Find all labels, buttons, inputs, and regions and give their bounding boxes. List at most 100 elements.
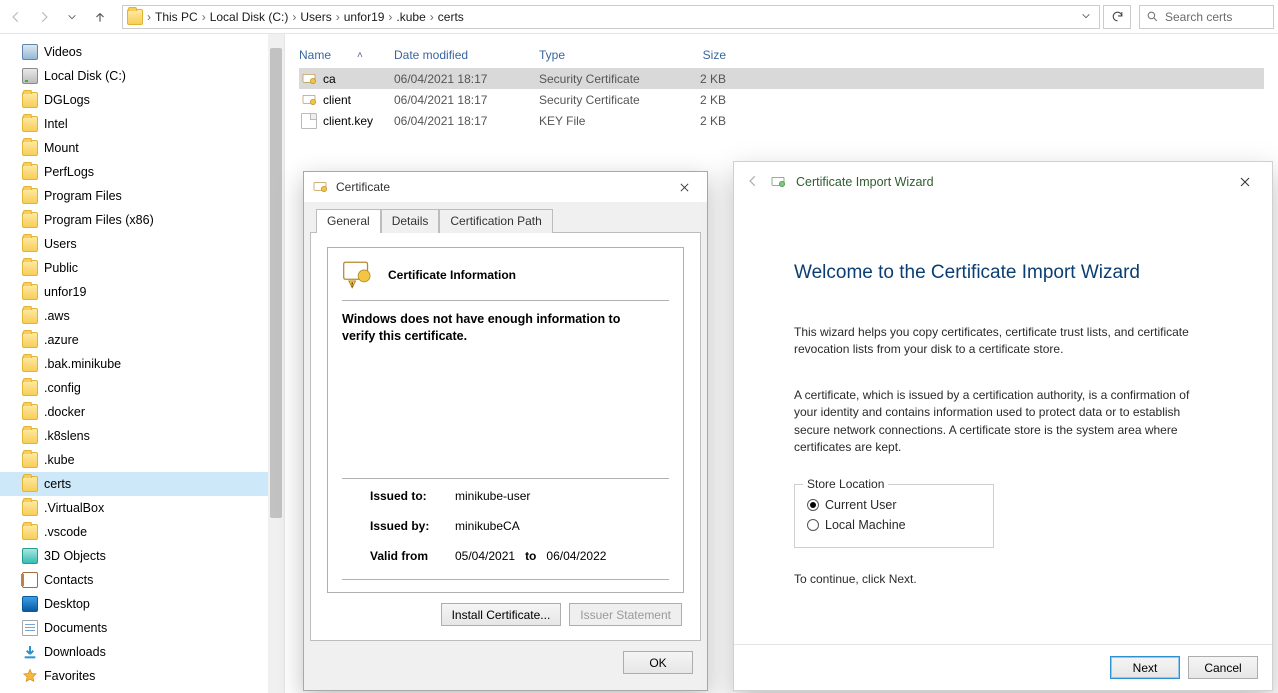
col-name[interactable]: Name˄	[299, 48, 394, 62]
tree-item[interactable]: Program Files (x86)	[0, 208, 284, 232]
issued-by-value: minikubeCA	[455, 519, 520, 533]
tree-item[interactable]: Downloads	[0, 640, 284, 664]
contacts-icon	[22, 572, 38, 588]
tree-item[interactable]: Users	[0, 232, 284, 256]
tree-item[interactable]: Desktop	[0, 592, 284, 616]
certificate-icon	[312, 179, 328, 195]
tree-item[interactable]: .vscode	[0, 520, 284, 544]
tree-item[interactable]: Contacts	[0, 568, 284, 592]
tree-item[interactable]: .config	[0, 376, 284, 400]
folder-icon	[22, 308, 38, 324]
tree-item[interactable]: Mount	[0, 136, 284, 160]
file-row[interactable]: client.key 06/04/2021 18:17 KEY File 2 K…	[299, 110, 1264, 131]
folder-icon	[22, 260, 38, 276]
tree-item[interactable]: .VirtualBox	[0, 496, 284, 520]
favorites-icon	[22, 668, 38, 684]
tab-page-general: Certificate Information Windows does not…	[310, 232, 701, 641]
file-row[interactable]: ca 06/04/2021 18:17 Security Certificate…	[299, 68, 1264, 89]
cert-message: Windows does not have enough information…	[342, 311, 622, 345]
tree-item[interactable]: DGLogs	[0, 88, 284, 112]
issued-to-value: minikube-user	[455, 489, 530, 503]
tree-item[interactable]: .bak.minikube	[0, 352, 284, 376]
file-icon	[301, 113, 317, 129]
tree-item[interactable]: 3D Objects	[0, 544, 284, 568]
folder-icon	[22, 524, 38, 540]
folder-icon	[22, 380, 38, 396]
tree-item[interactable]: unfor19	[0, 280, 284, 304]
valid-from-value: 05/04/2021	[455, 549, 515, 563]
close-button[interactable]	[669, 176, 699, 198]
store-location-group: Store Location Current User Local Machin…	[794, 484, 994, 548]
col-size[interactable]: Size	[657, 48, 732, 62]
desktop-icon	[22, 596, 38, 612]
cancel-button[interactable]: Cancel	[1188, 656, 1258, 679]
crumb[interactable]: .kube›	[396, 10, 433, 24]
tree-item[interactable]: Favorites	[0, 664, 284, 688]
valid-to-value: 06/04/2022	[546, 549, 606, 563]
3d-objects-icon	[22, 548, 38, 564]
nav-recent-dropdown[interactable]	[60, 5, 84, 29]
tree-item[interactable]: Program Files	[0, 184, 284, 208]
scrollbar[interactable]	[268, 34, 284, 693]
tree-item[interactable]: Public	[0, 256, 284, 280]
crumb[interactable]: certs	[438, 10, 464, 24]
crumb[interactable]: unfor19›	[344, 10, 393, 24]
wizard-close-button[interactable]	[1230, 169, 1260, 195]
folder-icon	[22, 164, 38, 180]
crumb[interactable]: This PC›	[155, 10, 206, 24]
wizard-heading: Welcome to the Certificate Import Wizard	[794, 262, 1212, 284]
folder-icon	[22, 476, 38, 492]
folder-icon	[22, 356, 38, 372]
folder-icon	[22, 428, 38, 444]
tree-item[interactable]: .aws	[0, 304, 284, 328]
tab-details[interactable]: Details	[381, 209, 440, 233]
folder-icon	[127, 9, 143, 25]
scrollbar-thumb[interactable]	[270, 48, 282, 518]
tree-item[interactable]: .kube	[0, 448, 284, 472]
nav-forward-button[interactable]	[32, 5, 56, 29]
issuer-statement-button: Issuer Statement	[569, 603, 682, 626]
crumb[interactable]: Users›	[300, 10, 339, 24]
wizard-paragraph: This wizard helps you copy certificates,…	[794, 324, 1212, 359]
radio-local-machine[interactable]: Local Machine	[807, 515, 981, 535]
col-date[interactable]: Date modified	[394, 48, 539, 62]
tree-item[interactable]: .docker	[0, 400, 284, 424]
nav-up-button[interactable]	[88, 5, 112, 29]
tree-item[interactable]: Documents	[0, 616, 284, 640]
folder-icon	[22, 404, 38, 420]
file-row[interactable]: client 06/04/2021 18:17 Security Certifi…	[299, 89, 1264, 110]
certificate-icon	[770, 174, 786, 190]
col-type[interactable]: Type	[539, 48, 657, 62]
search-input[interactable]: Search certs	[1139, 5, 1274, 29]
address-bar[interactable]: › This PC› Local Disk (C:)› Users› unfor…	[122, 5, 1100, 29]
certificate-dialog: Certificate General Details Certificatio…	[303, 171, 708, 691]
tab-general[interactable]: General	[316, 209, 381, 233]
address-dropdown[interactable]	[1077, 10, 1095, 24]
certificate-icon	[301, 71, 317, 87]
refresh-button[interactable]	[1103, 5, 1131, 29]
nav-back-button[interactable]	[4, 5, 28, 29]
cert-heading: Certificate Information	[388, 268, 516, 282]
wizard-back-button[interactable]	[746, 174, 760, 191]
downloads-icon	[22, 644, 38, 660]
explorer-topbar: › This PC› Local Disk (C:)› Users› unfor…	[0, 0, 1278, 34]
dialog-titlebar[interactable]: Certificate	[304, 172, 707, 202]
radio-icon	[807, 499, 819, 511]
tree-item[interactable]: Intel	[0, 112, 284, 136]
tab-certpath[interactable]: Certification Path	[439, 209, 552, 233]
tree-item-local-disk[interactable]: Local Disk (C:)	[0, 64, 284, 88]
tree-item[interactable]: .k8slens	[0, 424, 284, 448]
tree-item[interactable]: PerfLogs	[0, 160, 284, 184]
column-headers: Name˄ Date modified Type Size	[299, 42, 1264, 68]
folder-tree: Videos Local Disk (C:) DGLogs Intel Moun…	[0, 34, 285, 693]
install-certificate-button[interactable]: Install Certificate...	[441, 603, 562, 626]
tree-item-videos[interactable]: Videos	[0, 40, 284, 64]
continue-hint: To continue, click Next.	[794, 572, 1212, 586]
radio-current-user[interactable]: Current User	[807, 495, 981, 515]
ok-button[interactable]: OK	[623, 651, 693, 674]
tree-item[interactable]: .azure	[0, 328, 284, 352]
tree-item-certs[interactable]: certs	[0, 472, 284, 496]
crumb[interactable]: Local Disk (C:)›	[210, 10, 297, 24]
next-button[interactable]: Next	[1110, 656, 1180, 679]
folder-icon	[22, 452, 38, 468]
